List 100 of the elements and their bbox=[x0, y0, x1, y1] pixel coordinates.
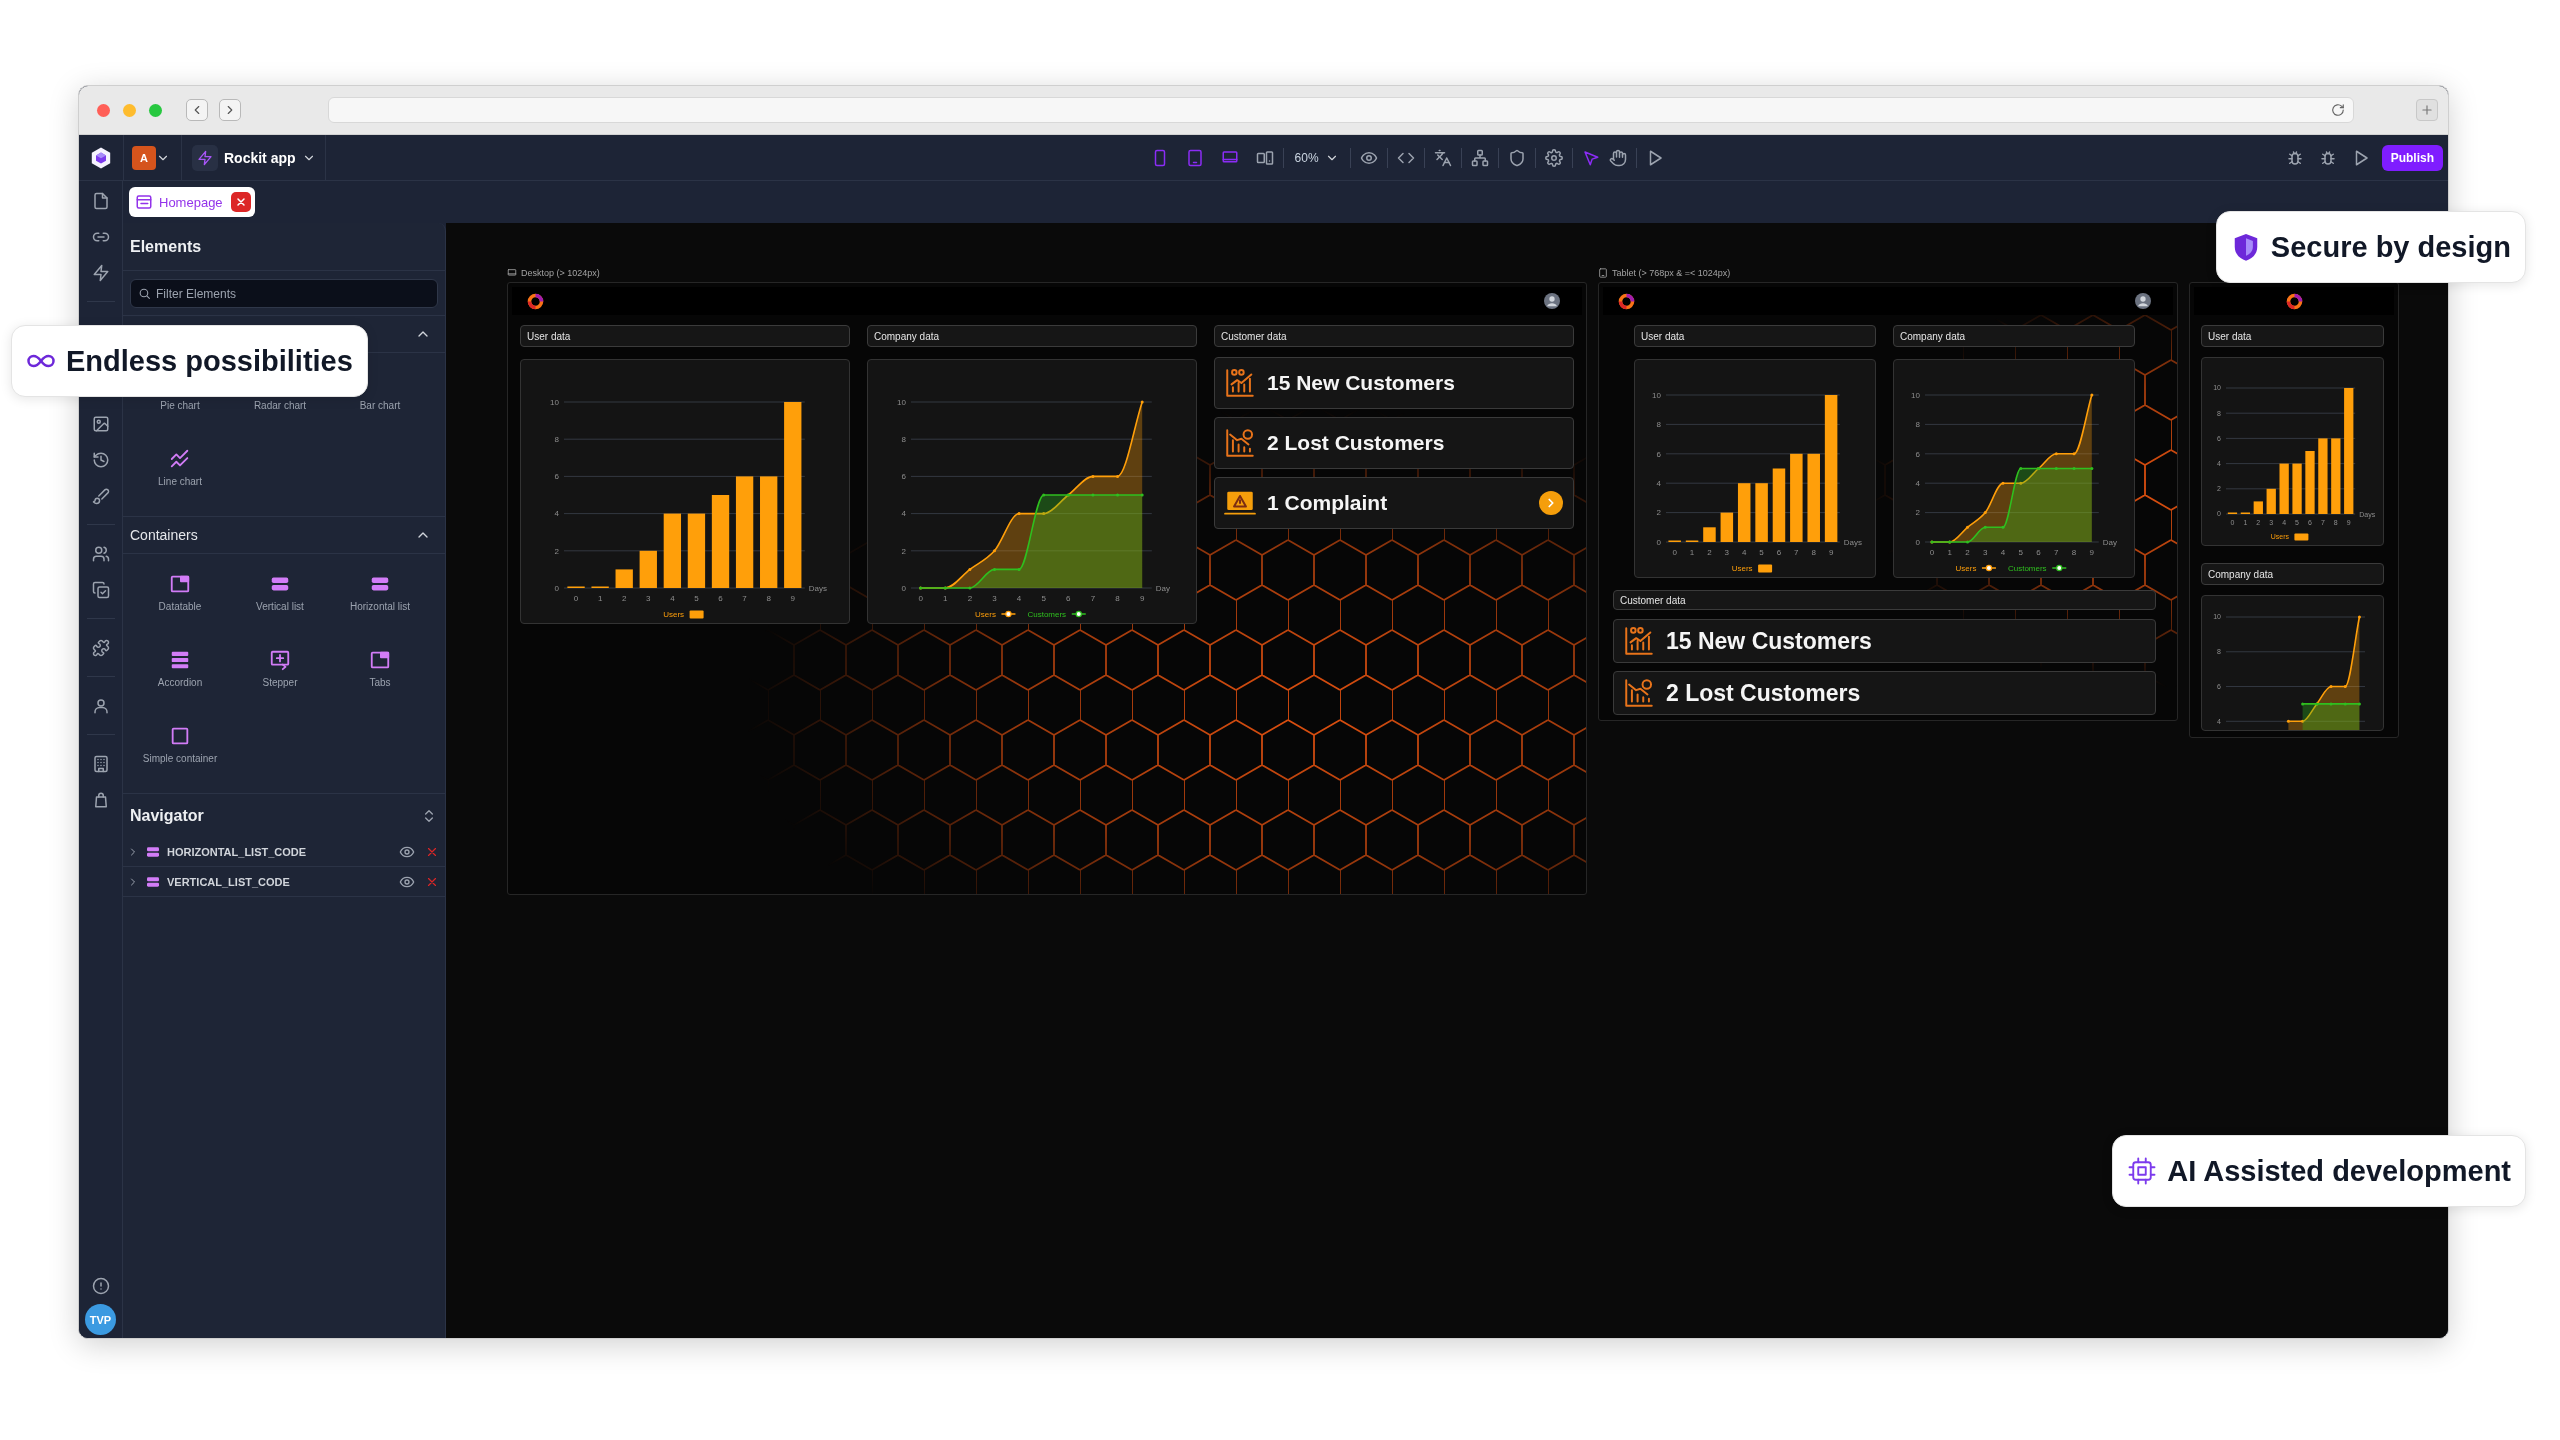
page-tab[interactable]: Homepage bbox=[129, 187, 255, 217]
element-label[interactable]: Simple container bbox=[142, 753, 218, 764]
x-tick-label: 2 bbox=[967, 593, 973, 603]
x-tick-label: 9 bbox=[790, 593, 795, 603]
x-tick-label: 2 bbox=[1707, 547, 1712, 557]
legend-label: Customers bbox=[1027, 609, 1067, 619]
alert-icon[interactable] bbox=[91, 1277, 110, 1295]
x-tick-label: 6 bbox=[2036, 547, 2041, 557]
y-tick-label: 6 bbox=[554, 472, 559, 482]
puzzle-icon[interactable] bbox=[91, 639, 110, 657]
axis-title: Day bbox=[2102, 538, 2118, 548]
tablet-icon[interactable] bbox=[1185, 148, 1204, 167]
x-tick-label: 3 bbox=[646, 593, 651, 603]
history-icon[interactable] bbox=[91, 451, 110, 469]
section-header: Customer data bbox=[1613, 590, 2156, 610]
element-label[interactable]: Line chart bbox=[158, 476, 202, 487]
bug-icon[interactable] bbox=[2285, 148, 2304, 167]
chip-icon bbox=[2127, 1156, 2158, 1186]
forward-button[interactable] bbox=[219, 99, 241, 121]
growth-chart-icon bbox=[1223, 366, 1257, 400]
navigator-item[interactable]: HORIZONTAL_LIST_CODE bbox=[167, 845, 307, 858]
x-tick-label: 7 bbox=[2054, 547, 2059, 557]
x-tick-label: 0 bbox=[1672, 547, 1677, 557]
image-icon[interactable] bbox=[91, 415, 110, 433]
laptop-icon bbox=[507, 268, 517, 278]
copy-check-icon[interactable] bbox=[91, 581, 110, 599]
element-label[interactable]: Stepper bbox=[262, 677, 298, 688]
element-label[interactable]: Bar chart bbox=[359, 400, 401, 411]
panel-title: Elements bbox=[130, 237, 202, 256]
bar bbox=[615, 569, 633, 588]
y-tick-label: 10 bbox=[1911, 390, 1920, 400]
hand-icon[interactable] bbox=[1608, 148, 1627, 167]
shield-icon[interactable] bbox=[1507, 148, 1526, 167]
x-tick-label: 3 bbox=[1983, 547, 1988, 557]
avatar-icon bbox=[2135, 293, 2151, 309]
brush-icon[interactable] bbox=[91, 487, 110, 505]
file-icon[interactable] bbox=[91, 192, 110, 210]
workspace-avatar[interactable]: A bbox=[132, 145, 156, 170]
users-icon[interactable] bbox=[91, 545, 110, 563]
lightning-icon[interactable] bbox=[91, 264, 110, 282]
element-label[interactable]: Tabs bbox=[369, 677, 391, 688]
search-field[interactable]: Filter Elements bbox=[130, 279, 438, 308]
x-tick-label: 1 bbox=[943, 593, 948, 603]
back-button[interactable] bbox=[186, 99, 208, 121]
user-icon[interactable] bbox=[91, 697, 110, 715]
callout-text: Endless possibilities bbox=[66, 344, 353, 378]
y-tick-label: 8 bbox=[554, 435, 559, 444]
project-dropdown[interactable]: Rockit app bbox=[192, 144, 316, 171]
y-tick-label: 8 bbox=[901, 435, 906, 444]
bar bbox=[1703, 527, 1716, 542]
y-tick-label: 2 bbox=[554, 546, 559, 556]
app-logo-icon[interactable] bbox=[89, 145, 113, 170]
stat-text: 2 Lost Customers bbox=[1267, 431, 1445, 455]
settings-icon[interactable] bbox=[1544, 148, 1563, 167]
legend-label: Users bbox=[1731, 563, 1753, 573]
y-tick-label: 4 bbox=[1915, 479, 1920, 488]
navigator-item[interactable]: VERTICAL_LIST_CODE bbox=[167, 875, 290, 888]
translate-icon[interactable] bbox=[1433, 148, 1452, 167]
pointer-icon[interactable] bbox=[1581, 148, 1600, 167]
avatar-icon bbox=[1544, 293, 1560, 309]
x-tick-label: 8 bbox=[1811, 547, 1816, 557]
tablet-icon bbox=[1598, 268, 1608, 278]
x-tick-label: 6 bbox=[718, 593, 723, 603]
close-tab-button[interactable] bbox=[230, 192, 251, 212]
element-label[interactable]: Datatable bbox=[158, 601, 202, 612]
devices-icon[interactable] bbox=[1255, 148, 1274, 167]
maximize-dot-icon[interactable] bbox=[149, 103, 162, 117]
x-tick-label: 5 bbox=[2018, 547, 2023, 557]
stat-text: 15 New Customers bbox=[1267, 371, 1455, 395]
x-tick-label: 5 bbox=[1759, 547, 1764, 557]
bar bbox=[2253, 501, 2263, 514]
element-label[interactable]: Radar chart bbox=[253, 400, 307, 411]
plus-icon bbox=[2420, 103, 2434, 117]
close-dot-icon[interactable] bbox=[97, 103, 110, 117]
element-label[interactable]: Pie chart bbox=[160, 400, 200, 411]
y-tick-label: 2 bbox=[1915, 508, 1920, 518]
x-tick-label: 5 bbox=[694, 593, 699, 603]
element-label[interactable]: Vertical list bbox=[256, 601, 304, 612]
zoom-dropdown[interactable]: 60% bbox=[1292, 150, 1341, 165]
element-label[interactable]: Accordion bbox=[157, 677, 203, 688]
stepper-icon bbox=[269, 649, 291, 671]
frame-label: Tablet (> 768px & =< 1024px) bbox=[1612, 268, 1731, 278]
search-icon bbox=[138, 287, 151, 300]
building-icon[interactable] bbox=[91, 755, 110, 773]
x-tick-label: 0 bbox=[1929, 547, 1935, 557]
callout-text: Secure by design bbox=[2270, 230, 2511, 264]
publish-button[interactable]: Publish bbox=[2381, 144, 2443, 171]
legend-swatch-icon bbox=[1000, 610, 1017, 618]
arrow-button[interactable] bbox=[1539, 491, 1563, 515]
reload-icon[interactable] bbox=[2331, 103, 2345, 117]
y-tick-label: 8 bbox=[1915, 420, 1920, 430]
sitemap-icon[interactable] bbox=[1470, 148, 1489, 167]
x-tick-label: 1 bbox=[1947, 547, 1952, 557]
section-header: User data bbox=[520, 325, 850, 347]
minimize-dot-icon[interactable] bbox=[123, 103, 136, 117]
y-tick-label: 4 bbox=[1656, 479, 1661, 488]
layout-icon bbox=[135, 193, 153, 211]
x-tick-label: 7 bbox=[742, 593, 747, 603]
element-label[interactable]: Horizontal list bbox=[350, 601, 410, 612]
bug-icon[interactable] bbox=[2318, 148, 2337, 167]
